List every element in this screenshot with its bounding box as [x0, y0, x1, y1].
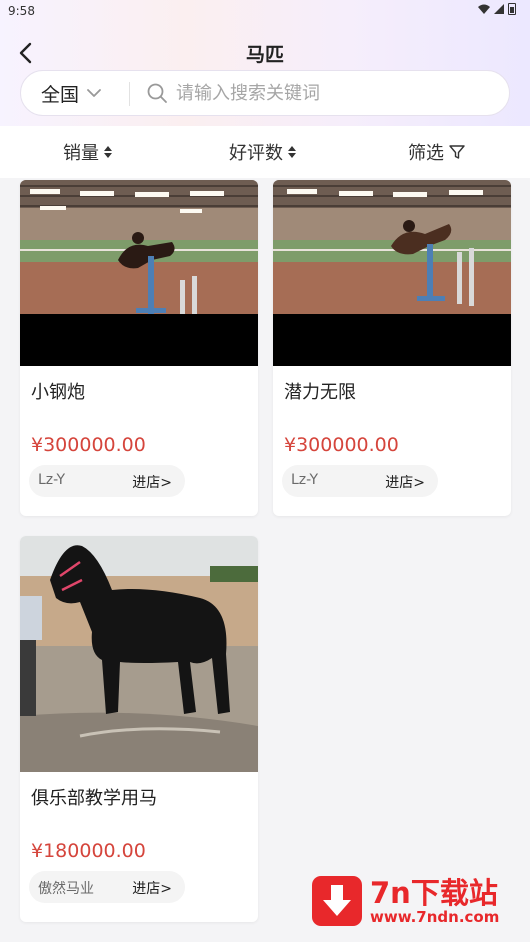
product-image — [20, 180, 258, 366]
status-bar: 9:58 — [0, 0, 530, 26]
product-name: 小钢炮 — [31, 382, 85, 403]
product-card[interactable]: 潜力无限 ¥300000.00 Lz-Y 进店> — [273, 180, 511, 516]
sort-by-rating[interactable]: 好评数 — [229, 139, 296, 165]
enter-shop-link[interactable]: 进店> — [385, 472, 425, 492]
signal-icon — [494, 4, 504, 14]
product-card[interactable]: 小钢炮 ¥300000.00 Lz-Y 进店> — [20, 180, 258, 516]
watermark: 7n下载站 www.7ndn.com — [312, 870, 522, 930]
product-price: ¥180000.00 — [31, 840, 146, 862]
region-label: 全国 — [41, 83, 80, 106]
product-image — [273, 180, 511, 366]
search-divider — [129, 82, 130, 106]
battery-icon — [508, 3, 516, 15]
product-name: 俱乐部教学用马 — [31, 788, 157, 809]
shop-name: Lz-Y — [38, 472, 66, 488]
product-price: ¥300000.00 — [31, 434, 146, 456]
chevron-down-icon — [87, 89, 101, 97]
wifi-icon — [478, 4, 490, 14]
sort-bar: 销量 好评数 筛选 — [0, 126, 530, 178]
shop-name: 傲然马业 — [38, 881, 94, 897]
product-image — [20, 536, 258, 772]
sort-arrows-icon — [104, 146, 112, 158]
download-arrow-icon — [312, 876, 362, 926]
sort-arrows-icon — [288, 146, 296, 158]
product-price: ¥300000.00 — [284, 434, 399, 456]
filter-icon — [449, 145, 465, 159]
filter-label: 筛选 — [408, 143, 444, 164]
search-icon — [147, 83, 167, 103]
product-name: 潜力无限 — [284, 382, 356, 403]
search-bar: 全国 — [20, 70, 510, 116]
enter-shop-link[interactable]: 进店> — [132, 878, 172, 898]
shop-pill: 傲然马业 进店> — [29, 871, 185, 903]
product-card[interactable]: 俱乐部教学用马 ¥180000.00 傲然马业 进店> — [20, 536, 258, 922]
sort-rating-label: 好评数 — [229, 143, 283, 164]
watermark-brand: 7n下载站 — [370, 876, 498, 910]
region-select[interactable]: 全国 — [41, 71, 101, 115]
sort-sales-label: 销量 — [63, 143, 99, 164]
page-title: 马匹 — [245, 44, 284, 66]
status-icons — [478, 3, 516, 15]
status-time: 9:58 — [8, 4, 35, 18]
sort-by-sales[interactable]: 销量 — [63, 139, 112, 165]
shop-pill: Lz-Y 进店> — [29, 465, 185, 497]
enter-shop-link[interactable]: 进店> — [132, 472, 172, 492]
watermark-url: www.7ndn.com — [370, 908, 500, 926]
shop-name: Lz-Y — [291, 472, 319, 488]
filter-button[interactable]: 筛选 — [408, 139, 465, 165]
search-input[interactable] — [176, 78, 496, 108]
shop-pill: Lz-Y 进店> — [282, 465, 438, 497]
